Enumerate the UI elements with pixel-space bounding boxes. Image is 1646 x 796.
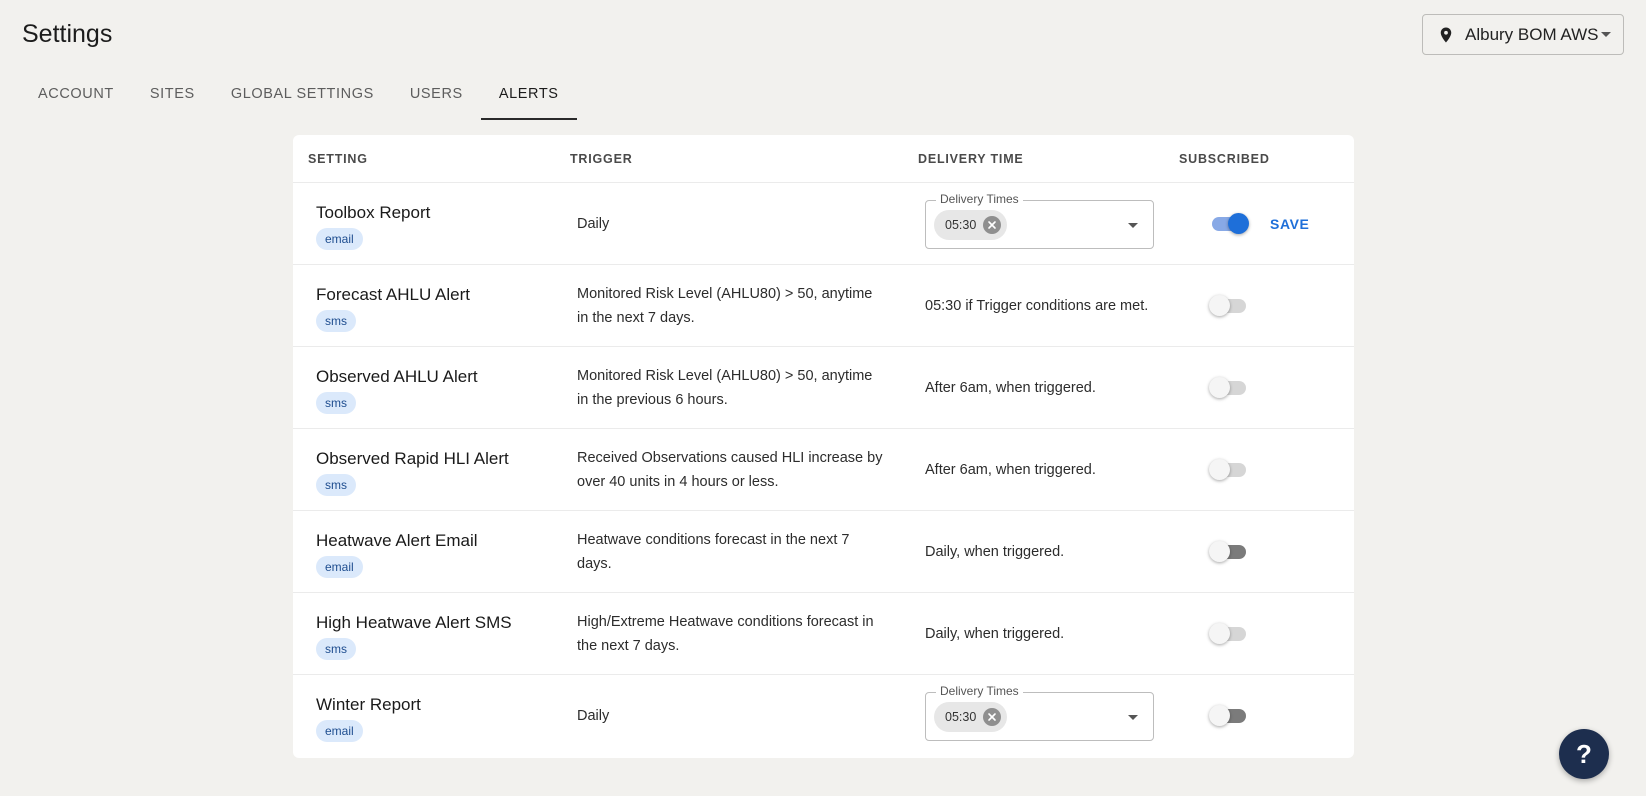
delivery-time-text: Daily, when triggered. (925, 625, 1065, 642)
tab-account[interactable]: ACCOUNT (20, 70, 132, 120)
channel-badge: email (316, 720, 363, 742)
remove-chip-icon[interactable] (983, 708, 1002, 726)
table-row: Observed AHLU Alert sms Monitored Risk L… (293, 347, 1354, 429)
delivery-times-label: Delivery Times (936, 684, 1023, 698)
trigger-text: Monitored Risk Level (AHLU80) > 50, anyt… (577, 367, 873, 408)
subscribed-toggle[interactable] (1209, 540, 1249, 564)
channel-badge: email (316, 556, 363, 578)
tab-alerts[interactable]: ALERTS (480, 70, 577, 120)
trigger-text: Daily (577, 215, 610, 232)
alert-name: Observed Rapid HLI Alert (316, 449, 509, 468)
alert-name: High Heatwave Alert SMS (316, 613, 512, 632)
tab-global-settings[interactable]: GLOBAL SETTINGS (213, 70, 392, 120)
delivery-time-chip: 05:30 (934, 702, 1008, 732)
save-button[interactable]: SAVE (1270, 216, 1310, 232)
table-row: High Heatwave Alert SMS sms High/Extreme… (293, 593, 1354, 675)
toggle-thumb (1228, 212, 1249, 234)
settings-tabs: ACCOUNT SITES GLOBAL SETTINGS USERS ALER… (20, 70, 577, 120)
header-subscribed: SUBSCRIBED (1179, 152, 1270, 166)
alert-name: Forecast AHLU Alert (316, 285, 471, 304)
subscribed-toggle[interactable] (1209, 458, 1249, 482)
location-pin-icon (1437, 26, 1455, 44)
help-button[interactable]: ? (1559, 729, 1609, 779)
subscribed-toggle[interactable] (1209, 294, 1249, 318)
page-title: Settings (22, 20, 113, 48)
tab-sites[interactable]: SITES (132, 70, 213, 120)
trigger-text: Heatwave conditions forecast in the next… (577, 531, 850, 572)
channel-badge: sms (316, 638, 356, 660)
remove-chip-icon[interactable] (983, 216, 1002, 234)
channel-badge: sms (316, 392, 356, 414)
chevron-down-icon[interactable] (1128, 223, 1138, 228)
table-row: Forecast AHLU Alert sms Monitored Risk L… (293, 265, 1354, 347)
delivery-times-label: Delivery Times (936, 192, 1023, 206)
alerts-table: SETTING TRIGGER DELIVERY TIME SUBSCRIBED… (293, 135, 1354, 758)
delivery-time-text: After 6am, when triggered. (925, 461, 1096, 478)
chevron-down-icon (1601, 32, 1611, 37)
table-header: SETTING TRIGGER DELIVERY TIME SUBSCRIBED (293, 135, 1354, 183)
header-delivery-time: DELIVERY TIME (918, 152, 1024, 166)
alert-name: Heatwave Alert Email (316, 531, 478, 550)
toggle-thumb (1209, 622, 1230, 644)
table-row: Heatwave Alert Email email Heatwave cond… (293, 511, 1354, 593)
delivery-time-value: 05:30 (945, 710, 977, 724)
trigger-text: Received Observations caused HLI increas… (577, 449, 883, 490)
settings-page: Settings Albury BOM AWS ACCOUNT SITES GL… (0, 0, 1646, 796)
trigger-text: Daily (577, 708, 610, 724)
subscribed-toggle[interactable] (1209, 376, 1249, 400)
toggle-thumb (1209, 540, 1230, 562)
table-row: Winter Report email Daily Delivery Times… (293, 675, 1354, 757)
subscribed-toggle[interactable] (1209, 212, 1249, 236)
site-selector[interactable]: Albury BOM AWS (1422, 14, 1624, 55)
alert-name: Toolbox Report (316, 203, 431, 222)
header-trigger: TRIGGER (570, 152, 633, 166)
header-setting: SETTING (308, 152, 368, 166)
site-selector-label: Albury BOM AWS (1465, 24, 1599, 44)
table-row: Observed Rapid HLI Alert sms Received Ob… (293, 429, 1354, 511)
table-row: Toolbox Report email Daily Delivery Time… (293, 183, 1354, 265)
delivery-time-text: 05:30 if Trigger conditions are met. (925, 297, 1149, 314)
subscribed-toggle[interactable] (1209, 622, 1249, 646)
toggle-thumb (1209, 705, 1230, 726)
delivery-times-select[interactable]: Delivery Times 05:30 (925, 684, 1154, 741)
toggle-thumb (1209, 376, 1230, 398)
delivery-time-text: Daily, when triggered. (925, 543, 1065, 560)
delivery-times-select[interactable]: Delivery Times 05:30 (925, 192, 1154, 249)
channel-badge: sms (316, 310, 356, 332)
chevron-down-icon[interactable] (1128, 715, 1138, 720)
trigger-text: High/Extreme Heatwave conditions forecas… (577, 613, 874, 654)
channel-badge: email (316, 228, 363, 250)
delivery-time-text: After 6am, when triggered. (925, 379, 1096, 396)
toggle-thumb (1209, 458, 1230, 480)
toggle-thumb (1209, 294, 1230, 316)
delivery-time-chip: 05:30 (934, 210, 1008, 240)
alert-name: Winter Report (316, 695, 421, 714)
tab-users[interactable]: USERS (392, 70, 481, 120)
alert-name: Observed AHLU Alert (316, 367, 478, 386)
channel-badge: sms (316, 474, 356, 496)
trigger-text: Monitored Risk Level (AHLU80) > 50, anyt… (577, 285, 873, 326)
delivery-time-value: 05:30 (945, 218, 977, 232)
subscribed-toggle[interactable] (1209, 704, 1249, 728)
